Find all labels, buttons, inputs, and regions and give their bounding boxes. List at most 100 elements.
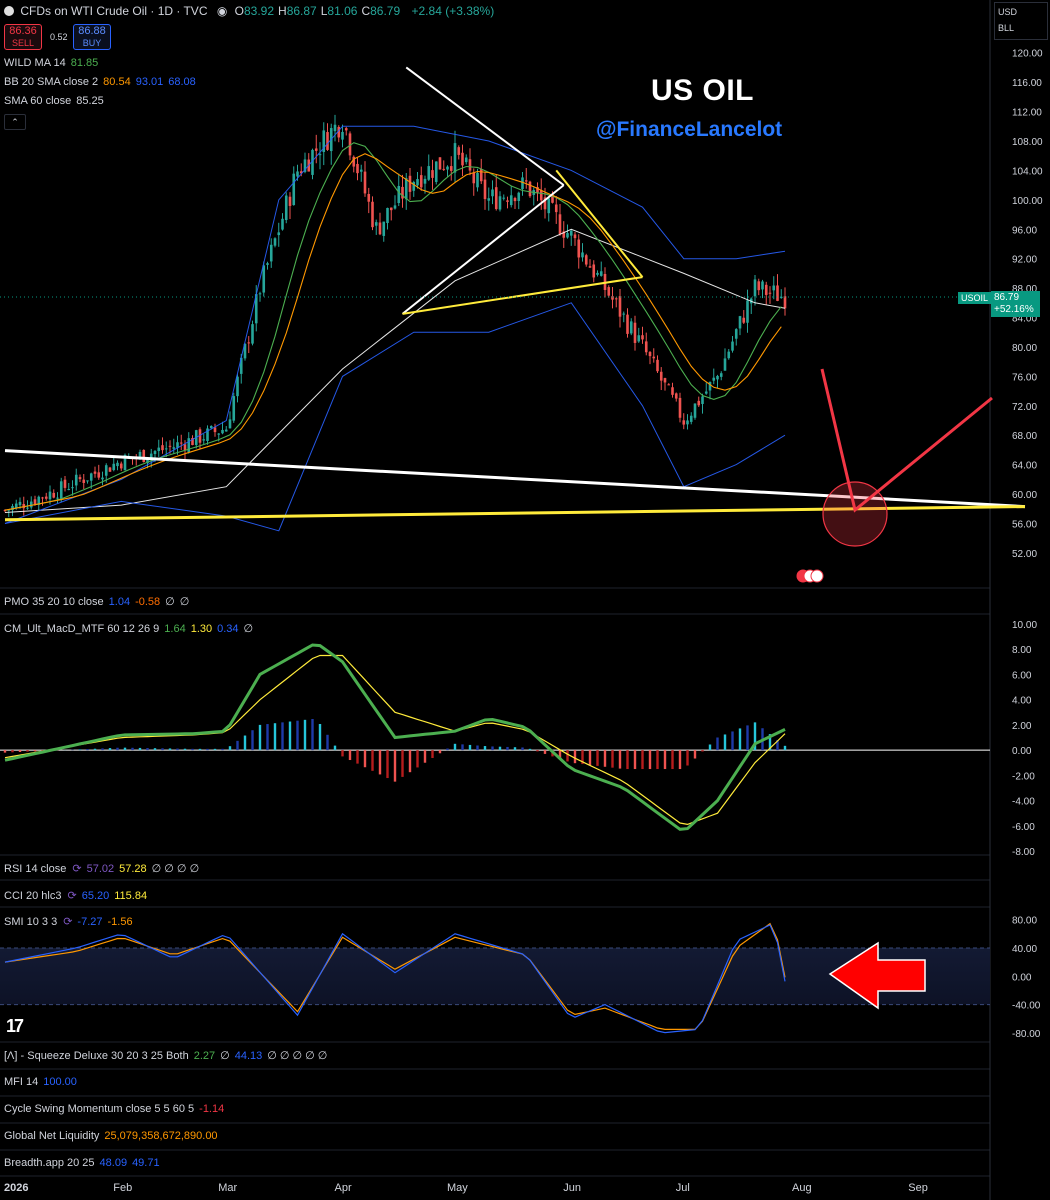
indicator-name: CM_Ult_MacD_MTF 60 12 26 9 — [4, 623, 160, 635]
price-tick-label: 52.00 — [1012, 549, 1037, 560]
sell-price: 86.36 — [9, 25, 37, 37]
settings-cycle-icon[interactable]: ⟳ — [63, 916, 72, 928]
macd-histogram-bar — [401, 750, 404, 777]
bottom-indicator-legend-item[interactable]: Cycle Swing Momentum close 5 5 60 5 -1.14 — [4, 1103, 224, 1115]
candle-body — [281, 218, 284, 230]
candle-body — [161, 445, 164, 451]
macd-histogram-bar — [348, 750, 352, 761]
candle-body — [731, 341, 734, 351]
candle-body — [164, 448, 168, 450]
macd-histogram-bar — [596, 750, 599, 766]
pmo-legend[interactable]: PMO 35 20 10 close 1.04 -0.58 ∅ ∅ — [4, 595, 189, 608]
candle-body — [693, 403, 697, 418]
settings-cycle-icon[interactable]: ⟳ — [67, 890, 76, 902]
candle-body — [397, 186, 401, 204]
macd-histogram-bar — [206, 748, 209, 751]
macd-histogram-bar — [243, 735, 247, 751]
candle-body — [142, 449, 146, 462]
candle-body — [153, 451, 157, 455]
time-axis-label: Sep — [908, 1182, 928, 1194]
macd-histogram-bar — [693, 750, 697, 759]
indicator-value: -1.56 — [107, 916, 133, 928]
indicator-name: WILD MA 14 — [4, 57, 66, 69]
price-tick-label: 96.00 — [1012, 225, 1037, 236]
candle-body — [344, 128, 348, 131]
candle-body — [367, 193, 371, 202]
candle-body — [341, 131, 344, 140]
ohlc-value: 86.79 — [370, 4, 401, 18]
candle-body — [89, 473, 93, 481]
indicator-name: SMI 10 3 3 — [4, 916, 58, 928]
ohlc-value: 81.06 — [327, 4, 358, 18]
candle-body — [667, 384, 671, 386]
indicator-value: 57.28 — [119, 863, 147, 875]
candle-body — [483, 179, 487, 200]
bottom-indicator-legend-item[interactable]: [Λ] - Squeeze Deluxe 30 20 3 25 Both 2.27… — [4, 1049, 327, 1062]
symbol-icon[interactable] — [4, 6, 14, 16]
macd-histogram-bar — [618, 750, 622, 769]
macd-histogram-bar — [678, 750, 682, 770]
indicator-value: ∅ ∅ ∅ ∅ ∅ — [267, 1050, 328, 1062]
trendline — [402, 276, 643, 315]
visibility-icon[interactable]: ◉ — [217, 4, 227, 18]
candle-body — [772, 285, 776, 291]
macd-histogram-bar — [648, 750, 652, 770]
macd-histogram-bar — [341, 750, 344, 757]
price-tick-label: 108.00 — [1012, 137, 1043, 148]
candle-body — [479, 169, 483, 182]
cci-legend[interactable]: CCI 20 hlc3 ⟳ 65.20 115.84 — [4, 889, 147, 902]
macd-histogram-bar — [386, 750, 389, 779]
currency-selector[interactable]: USD BLL — [994, 2, 1048, 40]
sma-60-line — [4, 228, 786, 513]
price-tick-label: 100.00 — [1012, 196, 1043, 207]
macd-histogram-bar — [123, 747, 127, 751]
main-indicator-legend-item[interactable]: SMA 60 close 85.25 — [4, 95, 104, 107]
macd-histogram-bar — [18, 750, 22, 752]
time-axis-label: Mar — [218, 1182, 238, 1194]
indicator-value: ∅ — [179, 596, 190, 608]
collapse-legend-button[interactable]: ⌃ — [4, 114, 26, 130]
macd-tick-label: -6.00 — [1012, 822, 1035, 833]
bottom-indicator-legend-item[interactable]: MFI 14 100.00 — [4, 1076, 77, 1088]
smi-legend[interactable]: SMI 10 3 3 ⟳ -7.27 -1.56 — [4, 915, 133, 928]
candle-body — [232, 396, 236, 421]
settings-cycle-icon[interactable]: ⟳ — [72, 863, 81, 875]
macd-histogram-bar — [86, 749, 89, 751]
candle-body — [528, 181, 532, 197]
time-axis-label: Aug — [792, 1182, 812, 1194]
macd-legend[interactable]: CM_Ult_MacD_MTF 60 12 26 9 1.64 1.30 0.34 ∅ — [4, 622, 253, 635]
bottom-indicator-legend-item[interactable]: Global Net Liquidity 25,079,358,672,890.0… — [4, 1130, 218, 1142]
price-tick-label: 64.00 — [1012, 461, 1037, 472]
candle-body — [539, 190, 543, 201]
candle-body — [277, 232, 281, 236]
indicator-value: -7.27 — [77, 916, 103, 928]
buy-button[interactable]: 86.88 BUY — [73, 24, 111, 50]
time-axis-label: May — [447, 1182, 468, 1194]
candle-body — [682, 420, 686, 425]
indicator-value: 93.01 — [135, 76, 164, 88]
candle-body — [622, 313, 626, 315]
candle-body — [472, 172, 476, 184]
indicator-name: BB 20 SMA close 2 — [4, 76, 99, 88]
macd-histogram-bar — [378, 750, 382, 775]
candle-body — [674, 393, 678, 399]
macd-histogram-bar — [708, 744, 712, 751]
rsi-legend[interactable]: RSI 14 close ⟳ 57.02 57.28 ∅ ∅ ∅ ∅ — [4, 862, 199, 875]
candle-body — [509, 195, 513, 206]
candle-body — [626, 314, 629, 334]
bottom-indicator-legend-item[interactable]: Breadth.app 20 25 48.09 49.71 — [4, 1157, 160, 1169]
macd-tick-label: -4.00 — [1012, 797, 1035, 808]
candle-body — [633, 322, 637, 343]
macd-histogram-bar — [273, 723, 277, 751]
main-indicator-legend-item[interactable]: WILD MA 14 81.85 — [4, 57, 98, 69]
symbol-title[interactable]: CFDs on WTI Crude Oil · 1D · TVC — [20, 4, 207, 18]
candle-body — [209, 425, 213, 429]
indicator-value: 1.64 — [164, 623, 186, 635]
candle-body — [494, 187, 498, 210]
candle-body — [704, 391, 708, 394]
sell-button[interactable]: 86.36 SELL — [4, 24, 42, 50]
macd-histogram-bar — [3, 750, 7, 753]
indicator-value: 57.02 — [86, 863, 115, 875]
macd-histogram-bar — [731, 731, 734, 751]
main-indicator-legend-item[interactable]: BB 20 SMA close 2 80.54 93.01 68.08 — [4, 76, 196, 88]
